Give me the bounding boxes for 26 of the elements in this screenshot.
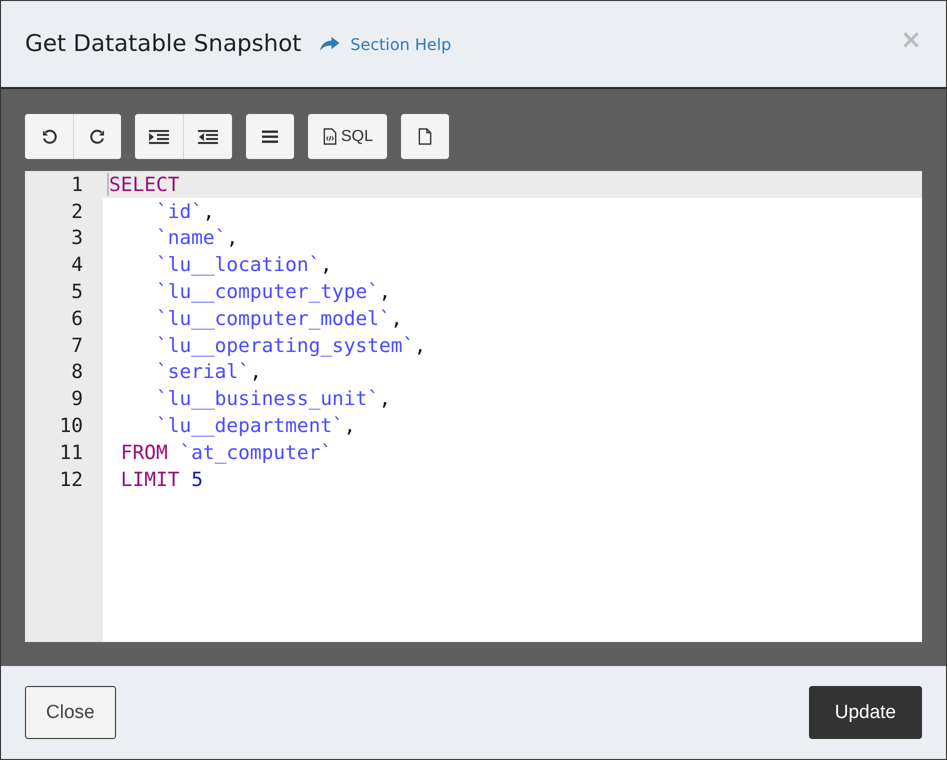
code-line: `lu__location`, (154, 253, 332, 276)
code-line: `id`, (154, 200, 215, 223)
code-line: `lu__business_unit`, (154, 387, 391, 410)
share-icon (319, 36, 340, 52)
code-file-icon (322, 128, 338, 145)
update-button[interactable]: Update (808, 686, 922, 739)
code-line: `serial`, (154, 360, 262, 384)
indent-icon (149, 128, 169, 144)
close-button[interactable]: Close (25, 686, 116, 739)
outdent-button[interactable] (183, 114, 232, 159)
code-line: FROM `at_computer` (120, 440, 332, 464)
code-line: `name`, (154, 226, 238, 250)
code-line: LIMIT 5 (120, 468, 203, 491)
section-help-link[interactable]: Section Help (319, 34, 452, 54)
code-line: `lu__computer_type`, (154, 280, 391, 304)
file-icon (417, 128, 434, 145)
outdent-icon (198, 128, 218, 144)
redo-icon (90, 128, 106, 145)
dialog-title: Get Datatable Snapshot (25, 31, 302, 57)
menu-icon (262, 128, 278, 145)
code-line: SELECT (106, 172, 180, 196)
code-line: `lu__computer_model`, (154, 306, 403, 330)
redo-button[interactable] (73, 114, 121, 159)
undo-icon (41, 128, 57, 145)
code-line: `lu__department`, (154, 414, 356, 438)
code-line: `lu__operating_system`, (154, 334, 426, 357)
